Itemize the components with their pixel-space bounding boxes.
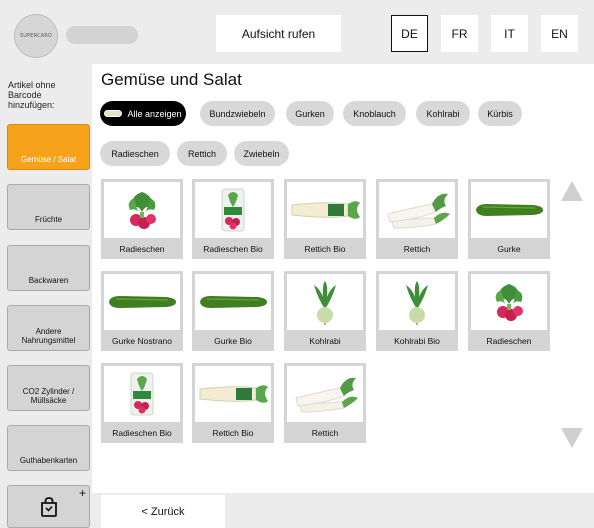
product-image	[104, 182, 180, 238]
product-tile[interactable]: Rettich Bio	[192, 363, 274, 443]
filter-chip-label: Alle anzeigen	[127, 108, 182, 119]
scroll-up-icon[interactable]	[561, 181, 583, 201]
sidebar-label: Artikel ohne Barcode hinzufügen:	[8, 80, 56, 110]
lang-fr-button[interactable]: FR	[441, 15, 478, 52]
product-image	[379, 182, 455, 238]
product-tile[interactable]: Rettich	[284, 363, 366, 443]
top-bar: SUPERCARD Aufsicht rufen DE FR IT EN	[0, 0, 594, 70]
product-tile[interactable]: Rettich	[376, 179, 458, 259]
filter-chip-label: Rettich	[187, 148, 216, 159]
product-label: Gurke	[497, 243, 521, 254]
category-fruits[interactable]: Früchte	[7, 184, 90, 230]
filter-chip-label: Kohlrabi	[426, 108, 460, 119]
back-button[interactable]: < Zurück	[101, 495, 225, 528]
page-title: Gemüse und Salat	[101, 70, 242, 89]
filter-chip[interactable]: Kürbis	[478, 101, 522, 126]
filter-chip-label: Knoblauch	[353, 108, 396, 119]
product-label: Rettich Bio	[212, 427, 254, 438]
filter-chip[interactable]: Kohlrabi	[416, 101, 470, 126]
product-image	[195, 182, 271, 238]
product-label: Kohlrabi	[309, 335, 341, 346]
product-tile[interactable]: Radieschen	[101, 179, 183, 259]
filter-chip[interactable]: Zwiebeln	[234, 141, 289, 166]
product-image	[471, 274, 547, 330]
product-image	[195, 366, 271, 422]
category-gift-cards[interactable]: Guthabenkarten	[7, 425, 90, 471]
category-vegetables[interactable]: Gemüse / Salat	[7, 124, 90, 170]
filter-chip[interactable]: Radieschen	[100, 141, 170, 166]
product-tile[interactable]: Gurke Nostrano	[101, 271, 183, 351]
product-tile[interactable]: Gurke Bio	[192, 271, 274, 351]
product-image	[104, 366, 180, 422]
lang-en-button[interactable]: EN	[541, 15, 578, 52]
vegetable-icon	[104, 110, 123, 117]
cart-button[interactable]: +	[7, 485, 90, 528]
category-bakery[interactable]: Backwaren	[7, 245, 90, 291]
product-tile[interactable]: Kohlrabi	[284, 271, 366, 351]
filter-chip-label: Radieschen	[111, 148, 159, 159]
product-label: Rettich Bio	[304, 243, 346, 254]
filter-chip-label: Kürbis	[487, 108, 513, 119]
lang-it-button[interactable]: IT	[491, 15, 528, 52]
supercard-logo: SUPERCARD	[14, 14, 58, 58]
product-tile[interactable]: Radieschen Bio	[101, 363, 183, 443]
product-image	[471, 182, 547, 238]
product-label: Radieschen	[486, 335, 532, 346]
product-image	[287, 274, 363, 330]
product-label: Gurke Bio	[214, 335, 252, 346]
product-image	[379, 274, 455, 330]
filter-chip[interactable]: Alle anzeigen	[100, 101, 186, 126]
shopping-bag-icon	[40, 496, 57, 517]
filter-chip[interactable]: Gurken	[286, 101, 334, 126]
product-label: Radieschen Bio	[203, 243, 263, 254]
filter-chip[interactable]: Knoblauch	[343, 101, 406, 126]
product-image	[104, 274, 180, 330]
filter-chip-label: Gurken	[295, 108, 325, 119]
product-label: Rettich	[311, 427, 339, 438]
product-image	[195, 274, 271, 330]
filter-chip[interactable]: Bundzwiebeln	[200, 101, 275, 126]
product-label: Radieschen	[119, 243, 165, 254]
user-placeholder	[66, 26, 138, 44]
filter-chip[interactable]: Rettich	[177, 141, 227, 166]
filter-chip-label: Bundzwiebeln	[209, 108, 266, 119]
product-tile[interactable]: Gurke	[468, 179, 550, 259]
category-other-food[interactable]: Andere Nahrungsmittel	[7, 305, 90, 351]
cart-plus: +	[78, 486, 86, 500]
product-tile[interactable]: Radieschen	[468, 271, 550, 351]
product-label: Gurke Nostrano	[112, 335, 172, 346]
product-tile[interactable]: Rettich Bio	[284, 179, 366, 259]
product-label: Rettich	[403, 243, 431, 254]
product-image	[287, 366, 363, 422]
lang-de-button[interactable]: DE	[391, 15, 428, 52]
product-tile[interactable]: Kohlrabi Bio	[376, 271, 458, 351]
scroll-down-icon[interactable]	[561, 428, 583, 448]
product-label: Kohlrabi Bio	[394, 335, 440, 346]
product-tile[interactable]: Radieschen Bio	[192, 179, 274, 259]
category-co2-bags[interactable]: CO2 Zylinder / Müllsäcke	[7, 365, 90, 411]
call-supervisor-button[interactable]: Aufsicht rufen	[216, 15, 341, 52]
product-label: Radieschen Bio	[112, 427, 172, 438]
filter-chip-label: Zwiebeln	[243, 148, 280, 159]
logo-text: SUPERCARD	[19, 33, 53, 39]
product-image	[287, 182, 363, 238]
